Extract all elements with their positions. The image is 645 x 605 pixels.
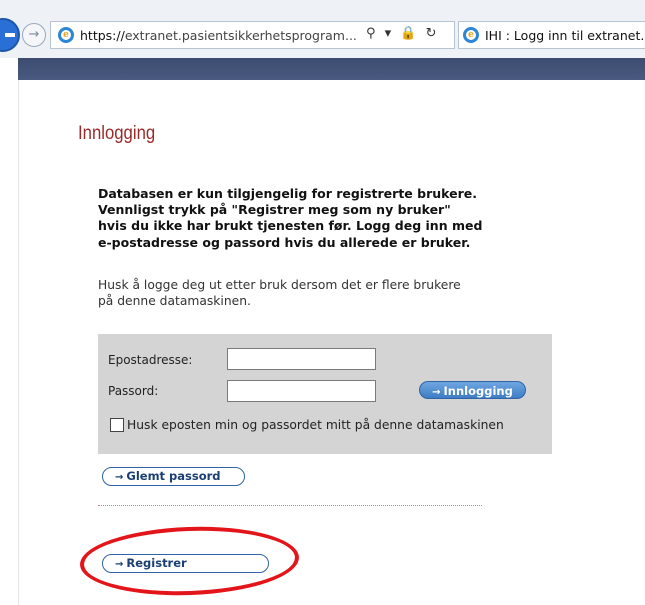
address-actions: ⚲ ▾ 🔒 ↻	[366, 26, 442, 41]
email-label: Epostadresse:	[108, 353, 193, 367]
browser-chrome: → e https://extranet.pasientsikkerhetspr…	[0, 0, 645, 58]
page-title: Innlogging	[78, 123, 156, 144]
lock-icon[interactable]: 🔒	[400, 26, 416, 41]
left-border	[18, 80, 19, 605]
login-form: Epostadresse: Passord: → Innlogging Husk …	[98, 334, 552, 454]
refresh-icon[interactable]: ↻	[426, 26, 437, 41]
site-top-bar	[18, 58, 645, 80]
forgot-password-label: Glemt passord	[126, 469, 221, 483]
search-icon[interactable]: ⚲	[366, 26, 376, 41]
url-text[interactable]: https://extranet.pasientsikkerhetsprogra…	[80, 28, 357, 43]
arrow-icon: →	[432, 387, 441, 398]
forward-arrow-icon: →	[28, 27, 40, 42]
forward-button[interactable]: →	[22, 23, 46, 47]
login-button[interactable]: → Innlogging	[419, 381, 526, 399]
url-scheme: https://	[80, 28, 125, 43]
ie-icon: e	[58, 27, 74, 43]
dropdown-icon[interactable]: ▾	[385, 26, 392, 41]
annotation-circle	[78, 523, 301, 599]
email-field[interactable]	[227, 348, 376, 370]
password-field[interactable]	[227, 380, 376, 402]
address-bar[interactable]: e https://extranet.pasientsikkerhetsprog…	[50, 21, 455, 49]
divider	[98, 505, 482, 506]
back-button[interactable]	[0, 18, 20, 52]
forgot-password-button[interactable]: → Glemt passord	[102, 467, 245, 486]
intro-text: Databasen er kun tilgjengelig for regist…	[98, 186, 483, 250]
tab-ie-icon: e	[463, 27, 479, 43]
tab-title: IHI : Logg inn til extranet.p	[485, 28, 645, 43]
browser-tab[interactable]: e IHI : Logg inn til extranet.p	[458, 21, 645, 49]
url-host: extranet.pasientsikkerhetsprogram...	[124, 28, 357, 43]
arrow-icon: →	[115, 472, 124, 483]
password-label: Passord:	[108, 384, 159, 398]
remember-label[interactable]: Husk eposten min og passordet mitt på de…	[127, 418, 504, 432]
remember-checkbox[interactable]	[110, 418, 124, 432]
logout-note: Husk å logge deg ut etter bruk dersom de…	[98, 278, 461, 308]
login-button-label: Innlogging	[443, 384, 513, 398]
